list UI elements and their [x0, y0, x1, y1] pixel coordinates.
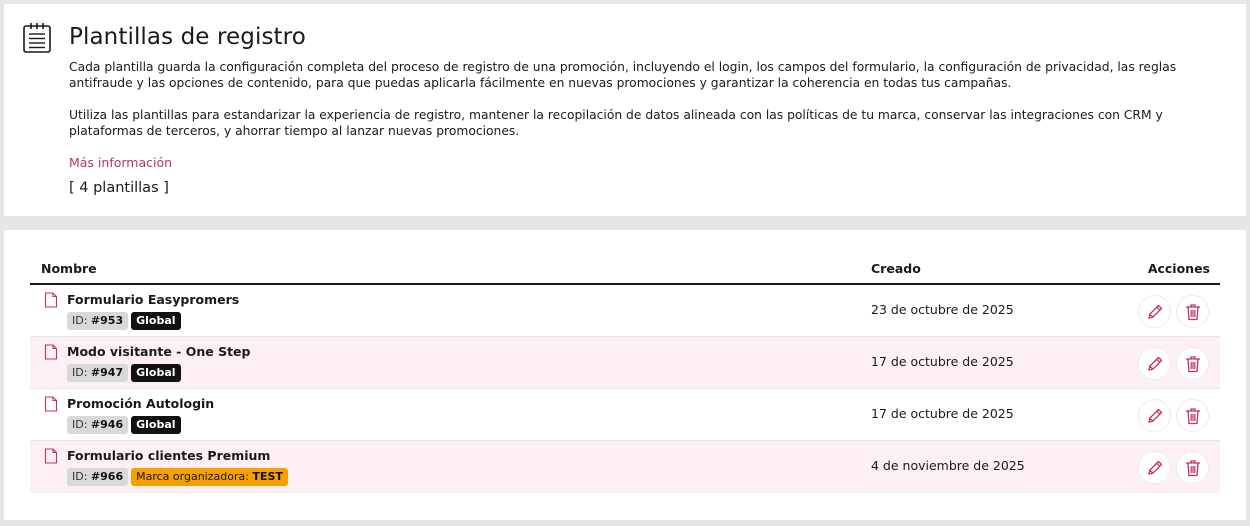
table-row: Promoción Autologin ID: #946 Global 17 d… — [30, 389, 1220, 441]
trash-icon — [1185, 459, 1200, 476]
trash-icon — [1185, 303, 1200, 320]
tag-group: ID: #947 Global — [67, 364, 181, 382]
trash-icon — [1185, 407, 1200, 424]
created-date: 23 de octubre de 2025 — [871, 302, 1014, 317]
column-header-name: Nombre — [41, 261, 97, 276]
id-badge: ID: #946 — [67, 416, 129, 434]
document-icon — [44, 344, 58, 360]
delete-button[interactable] — [1176, 295, 1209, 328]
table-panel: Nombre Creado Acciones Formulario Easypr… — [4, 230, 1246, 520]
edit-button[interactable] — [1138, 399, 1171, 432]
scope-badge: Global — [131, 312, 181, 330]
pencil-icon — [1147, 408, 1162, 423]
pencil-icon — [1147, 304, 1162, 319]
created-date: 17 de octubre de 2025 — [871, 354, 1014, 369]
template-name[interactable]: Formulario clientes Premium — [67, 448, 270, 463]
template-name[interactable]: Modo visitante - One Step — [67, 344, 250, 359]
document-icon — [44, 292, 58, 308]
header-panel: Plantillas de registro Cada plantilla gu… — [4, 4, 1246, 216]
template-name[interactable]: Promoción Autologin — [67, 396, 214, 411]
tag-group: ID: #966 Marca organizadora: TEST — [67, 468, 288, 486]
id-badge: ID: #947 — [67, 364, 129, 382]
created-date: 17 de octubre de 2025 — [871, 406, 1014, 421]
created-date: 4 de noviembre de 2025 — [871, 458, 1025, 473]
edit-button[interactable] — [1138, 347, 1171, 380]
column-header-actions: Acciones — [1147, 261, 1210, 276]
description-paragraph-1: Cada plantilla guarda la configuración c… — [69, 60, 1177, 90]
document-icon — [44, 448, 58, 464]
trash-icon — [1185, 355, 1200, 372]
edit-button[interactable] — [1138, 295, 1171, 328]
delete-button[interactable] — [1176, 451, 1209, 484]
table-row: Modo visitante - One Step ID: #947 Globa… — [30, 337, 1220, 389]
id-badge: ID: #953 — [67, 312, 129, 330]
table-row: Formulario clientes Premium ID: #966 Mar… — [30, 441, 1220, 493]
brand-badge: Marca organizadora: TEST — [131, 468, 288, 486]
edit-button[interactable] — [1138, 451, 1171, 484]
scope-badge: Global — [131, 364, 181, 382]
tag-group: ID: #946 Global — [67, 416, 181, 434]
description-paragraph-2: Utiliza las plantillas para estandarizar… — [69, 108, 1163, 138]
template-name[interactable]: Formulario Easypromers — [67, 292, 239, 307]
page-title: Plantillas de registro — [69, 24, 306, 50]
table-header: Nombre Creado Acciones — [30, 252, 1220, 285]
scope-badge: Global — [131, 416, 181, 434]
document-icon — [44, 396, 58, 412]
delete-button[interactable] — [1176, 347, 1209, 380]
column-header-created: Creado — [871, 261, 921, 276]
pencil-icon — [1147, 356, 1162, 371]
table-row: Formulario Easypromers ID: #953 Global 2… — [30, 285, 1220, 337]
id-badge: ID: #966 — [67, 468, 129, 486]
pencil-icon — [1147, 460, 1162, 475]
delete-button[interactable] — [1176, 399, 1209, 432]
templates-table: Nombre Creado Acciones Formulario Easypr… — [30, 252, 1220, 493]
template-count: [ 4 plantillas ] — [69, 180, 169, 196]
tag-group: ID: #953 Global — [67, 312, 181, 330]
more-info-link[interactable]: Más información — [69, 155, 172, 170]
list-document-icon — [23, 23, 51, 53]
